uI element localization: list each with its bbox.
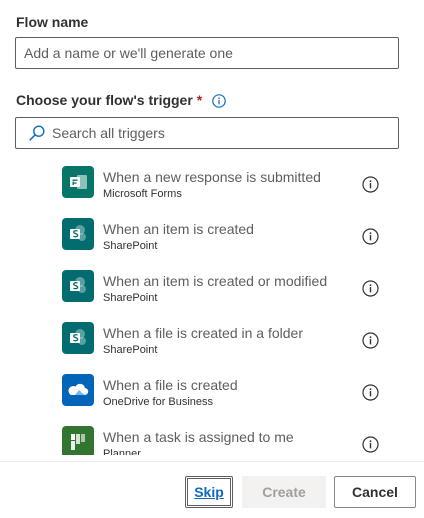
trigger-title: When a file is created [103, 377, 238, 393]
trigger-search-container[interactable] [15, 117, 399, 149]
trigger-item[interactable]: When a file is created in a folder ShareP… [62, 316, 402, 368]
info-icon[interactable] [362, 228, 379, 245]
flow-name-input[interactable] [16, 38, 384, 68]
sharepoint-icon [62, 218, 94, 250]
trigger-app-name: OneDrive for Business [103, 396, 214, 408]
info-icon[interactable] [362, 332, 379, 349]
trigger-item[interactable]: When an item is created SharePoint [62, 212, 402, 264]
search-icon [29, 125, 45, 141]
trigger-app-name: Planner [103, 448, 141, 455]
trigger-item[interactable]: When a task is assigned to me Planner [62, 420, 402, 455]
create-button[interactable]: Create [242, 476, 326, 508]
required-marker: * [196, 92, 203, 108]
trigger-item[interactable]: When a new response is submitted Microsof… [62, 160, 402, 212]
onedrive-icon [62, 374, 94, 406]
trigger-label-row: Choose your flow's trigger * [16, 92, 227, 108]
trigger-app-name: Microsoft Forms [103, 188, 182, 200]
info-icon[interactable] [212, 94, 227, 108]
trigger-title: When an item is created [103, 221, 254, 237]
trigger-title: When an item is created or modified [103, 273, 328, 289]
sharepoint-icon [62, 270, 94, 302]
trigger-title: When a file is created in a folder [103, 325, 303, 341]
trigger-label: Choose your flow's trigger [16, 92, 193, 108]
trigger-app-name: SharePoint [103, 292, 158, 304]
trigger-app-name: SharePoint [103, 240, 158, 252]
trigger-list[interactable]: When a new response is submitted Microsof… [0, 160, 424, 455]
trigger-item[interactable]: When a file is created OneDrive for Busin… [62, 368, 402, 420]
trigger-title: When a task is assigned to me [103, 429, 294, 445]
info-icon[interactable] [362, 176, 379, 193]
info-icon[interactable] [362, 280, 379, 297]
skip-button[interactable]: Skip [185, 476, 233, 508]
trigger-item[interactable]: When an item is created or modified Share… [62, 264, 402, 316]
planner-icon [62, 426, 94, 455]
sharepoint-icon [62, 322, 94, 354]
trigger-app-name: SharePoint [103, 344, 158, 356]
footer-divider [0, 461, 424, 462]
flow-name-field-container[interactable] [15, 37, 399, 69]
info-icon[interactable] [362, 436, 379, 453]
cancel-button[interactable]: Cancel [334, 476, 416, 508]
info-icon[interactable] [362, 384, 379, 401]
trigger-title: When a new response is submitted [103, 169, 321, 185]
forms-icon [62, 166, 94, 198]
trigger-search-input[interactable] [52, 118, 382, 148]
flow-name-label: Flow name [16, 14, 89, 30]
